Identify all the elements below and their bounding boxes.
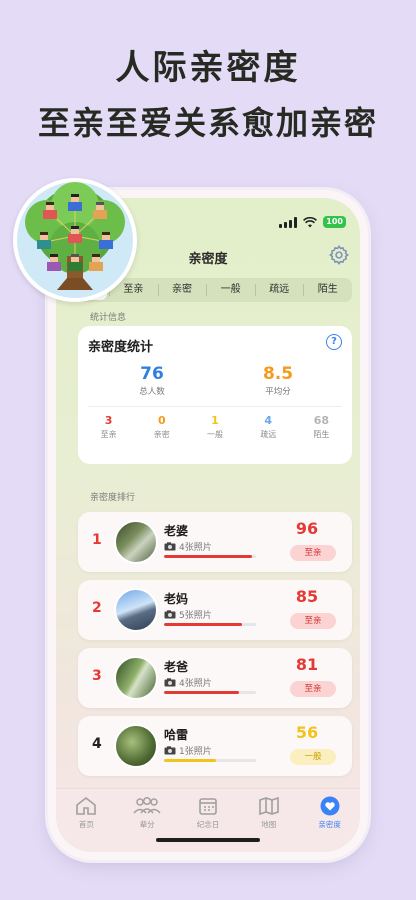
tier-distant[interactable]: 4 疏远 xyxy=(242,414,295,440)
tier-count: 3 xyxy=(104,414,113,427)
photo-count: 4张照片 xyxy=(164,540,212,553)
avatar xyxy=(114,588,158,632)
intimacy-progress-bar xyxy=(164,691,256,694)
tab-label: 纪念日 xyxy=(196,820,220,829)
app-logo-badge xyxy=(13,178,137,302)
intimacy-progress-bar xyxy=(164,555,256,558)
ranking-item[interactable]: 2 老妈 5张照片 85 至亲 xyxy=(78,580,352,640)
tier-intimate[interactable]: 0 亲密 xyxy=(135,414,188,440)
avatar xyxy=(114,656,158,700)
tab-label: 地图 xyxy=(261,820,277,829)
tier-count: 0 xyxy=(157,414,166,427)
tier-count: 68 xyxy=(313,414,330,427)
person-name: 老爸 xyxy=(164,660,189,674)
intimacy-score: 81 xyxy=(295,655,319,674)
person-name: 哈雷 xyxy=(164,728,189,742)
tier-normal[interactable]: 1 一般 xyxy=(188,414,241,440)
ranking-item[interactable]: 4 哈雷 1张照片 56 一般 xyxy=(78,716,352,776)
tab-label: 亲密度 xyxy=(318,820,341,829)
total-count-label: 总人数 xyxy=(139,387,165,397)
battery-indicator: 100 xyxy=(323,216,346,228)
wifi-icon xyxy=(303,216,318,227)
avatar xyxy=(114,724,158,768)
tab-stranger[interactable]: 陌生 xyxy=(303,278,352,302)
ranking-item[interactable]: 3 老爸 4张照片 81 至亲 xyxy=(78,648,352,708)
status-bar: 100 xyxy=(279,216,346,228)
gear-icon[interactable] xyxy=(328,244,350,266)
total-count-value: 76 xyxy=(140,364,164,384)
stats-divider xyxy=(88,406,342,407)
photo-count-label: 1张照片 xyxy=(179,747,212,757)
heart-icon xyxy=(320,796,340,816)
intimacy-progress-bar xyxy=(164,623,256,626)
tier-name: 亲密 xyxy=(153,430,170,439)
intimacy-score: 56 xyxy=(295,723,319,742)
average-score-value: 8.5 xyxy=(262,364,294,384)
photo-count: 4张照片 xyxy=(164,676,212,689)
tier-breakdown: 3 至亲 0 亲密 1 一般 4 疏远 68 陌生 xyxy=(82,414,348,440)
level-badge: 至亲 xyxy=(290,613,336,629)
tier-name: 一般 xyxy=(207,430,223,439)
photo-count: 1张照片 xyxy=(164,744,212,757)
stats-section-label: 统计信息 xyxy=(90,313,127,323)
tab-home[interactable]: 首页 xyxy=(56,789,117,852)
tab-intimacy[interactable]: 亲密度 xyxy=(299,789,360,852)
rank-number: 3 xyxy=(92,668,102,684)
tier-name: 陌生 xyxy=(313,430,330,439)
rank-number: 1 xyxy=(92,532,102,548)
average-score-stat: 8.5 平均分 xyxy=(218,364,338,397)
tab-normal[interactable]: 一般 xyxy=(206,278,255,302)
intimacy-score: 96 xyxy=(295,519,319,538)
camera-icon xyxy=(164,542,176,551)
photo-count: 5张照片 xyxy=(164,608,212,621)
headline-title: 人际亲密度 xyxy=(115,48,301,88)
ranking-section-label: 亲密度排行 xyxy=(90,493,136,503)
rank-number: 4 xyxy=(92,736,102,752)
rank-number: 2 xyxy=(92,600,102,616)
tier-count: 4 xyxy=(264,414,273,427)
level-badge: 至亲 xyxy=(290,681,336,697)
level-badge: 至亲 xyxy=(290,545,336,561)
intimacy-progress-bar xyxy=(164,759,256,762)
tab-label: 首页 xyxy=(78,820,94,829)
tab-anniversary[interactable]: 纪念日 xyxy=(178,789,239,852)
tier-stranger[interactable]: 68 陌生 xyxy=(295,414,348,440)
bottom-tab-bar: 首页 辈分 纪念日 地图 亲密度 xyxy=(56,788,360,852)
headline-subtitle: 至亲至爱关系愈加亲密 xyxy=(37,104,378,142)
app-screen: 100 亲密度 至亲 亲密 一般 疏远 陌生 统计信息 亲密度统计 ? 76 总… xyxy=(56,198,360,852)
person-name: 老婆 xyxy=(164,524,189,538)
photo-count-label: 4张照片 xyxy=(179,679,212,689)
total-count-stat: 76 总人数 xyxy=(92,364,212,397)
tab-map[interactable]: 地图 xyxy=(238,789,299,852)
average-score-label: 平均分 xyxy=(265,387,291,397)
person-name: 老妈 xyxy=(164,592,189,606)
stats-title: 亲密度统计 xyxy=(88,340,154,355)
camera-icon xyxy=(164,610,176,619)
camera-icon xyxy=(164,678,176,687)
home-indicator xyxy=(156,838,260,842)
people-icon xyxy=(133,796,161,814)
tab-generations[interactable]: 辈分 xyxy=(117,789,178,852)
photo-count-label: 5张照片 xyxy=(179,611,212,621)
tier-count: 1 xyxy=(211,414,219,427)
calendar-icon xyxy=(199,798,217,815)
map-icon xyxy=(258,796,279,816)
intimacy-score: 85 xyxy=(295,587,319,606)
tab-intimate[interactable]: 亲密 xyxy=(157,278,207,302)
family-tree-logo-icon xyxy=(25,182,125,290)
tier-name: 至亲 xyxy=(100,430,117,439)
camera-icon xyxy=(164,746,176,755)
cellular-signal-icon xyxy=(279,216,298,228)
ranking-item[interactable]: 1 老婆 4张照片 96 至亲 xyxy=(78,512,352,572)
stats-card: 亲密度统计 ? 76 总人数 8.5 平均分 3 至亲 0 亲密 1 一般 4 … xyxy=(78,326,352,464)
tier-name: 疏远 xyxy=(260,430,277,439)
help-icon[interactable]: ? xyxy=(326,334,342,350)
tab-distant[interactable]: 疏远 xyxy=(254,278,304,302)
level-badge: 一般 xyxy=(290,749,336,765)
home-icon xyxy=(76,796,97,815)
avatar xyxy=(114,520,158,564)
photo-count-label: 4张照片 xyxy=(179,543,212,553)
tab-label: 辈分 xyxy=(139,820,155,829)
tier-closest[interactable]: 3 至亲 xyxy=(82,414,135,440)
